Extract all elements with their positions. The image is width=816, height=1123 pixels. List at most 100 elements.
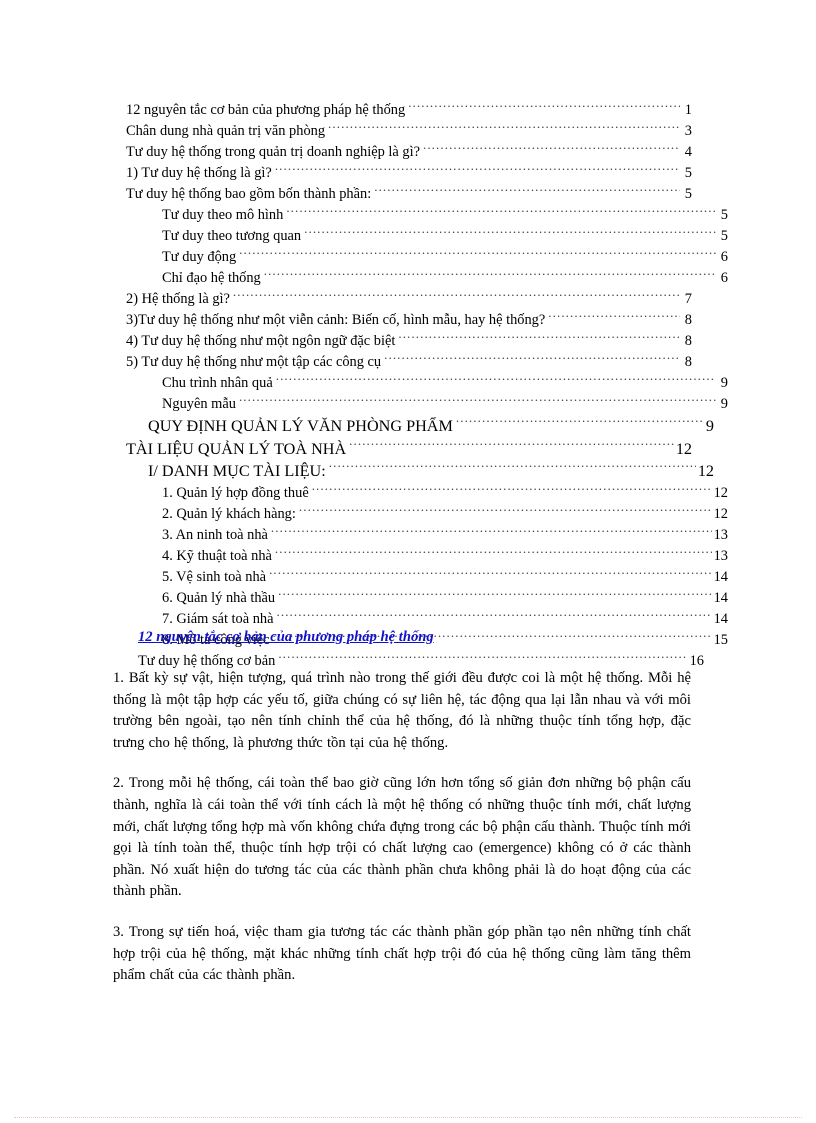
toc-entry-page-number: 6 — [720, 249, 728, 266]
toc-entry-page-number: 7 — [684, 291, 692, 308]
toc-entry-label: QUY ĐỊNH QUẢN LÝ VĂN PHÒNG PHẨM — [148, 416, 453, 435]
toc-entry-label: 3. An ninh toà nhà — [162, 527, 268, 544]
toc-leader-dots — [277, 609, 712, 623]
toc-entry-label: 4) Tư duy hệ thống như một ngôn ngữ đặc … — [126, 333, 396, 350]
toc-leader-dots — [423, 142, 680, 156]
toc-entry-page-number: 12 — [675, 439, 692, 458]
toc-entry[interactable]: 4) Tư duy hệ thống như một ngôn ngữ đặc … — [126, 331, 692, 352]
toc-entry-label: 4. Kỹ thuật toà nhà — [162, 548, 272, 565]
document-page: 12 nguyên tắc cơ bản của phương pháp hệ … — [0, 0, 816, 1123]
toc-entry-label: Chỉ đạo hệ thống — [162, 270, 261, 287]
body-text: 1. Bất kỳ sự vật, hiện tượng, quá trình … — [113, 668, 691, 1006]
toc-entry-page-number: 8 — [684, 354, 692, 371]
toc-entry-page-number: 9 — [705, 416, 714, 435]
toc-entry-label: Tư duy hệ thống bao gồm bốn thành phần: — [126, 186, 372, 203]
toc-entry-page-number: 9 — [720, 396, 728, 413]
toc-entry-page-number: 3 — [684, 123, 692, 140]
toc-entry-label: Tư duy theo mô hình — [162, 207, 284, 224]
toc-entry-label: Chân dung nhà quản trị văn phòng — [126, 123, 326, 140]
toc-entry[interactable]: I/ DANH MỤC TÀI LIỆU: 12 — [148, 460, 714, 483]
toc-entry-label: I/ DANH MỤC TÀI LIỆU: — [148, 462, 326, 481]
toc-entry[interactable]: Tư duy hệ thống trong quản trị doanh ngh… — [126, 142, 692, 163]
toc-leader-dots — [286, 205, 716, 219]
toc-entry-page-number: 14 — [713, 590, 728, 607]
toc-entry-label: Chu trình nhân quả — [162, 375, 273, 392]
toc-leader-dots — [299, 504, 712, 518]
toc-entry-page-number: 5 — [720, 207, 728, 224]
toc-leader-dots — [328, 121, 680, 135]
toc-leader-dots — [278, 651, 687, 665]
toc-entry-page-number: 5 — [720, 228, 728, 245]
toc-entry-page-number: 8 — [684, 333, 692, 350]
toc-entry[interactable]: 4. Kỹ thuật toà nhà 13 — [162, 546, 728, 567]
toc-entry[interactable]: Tư duy động 6 — [162, 247, 728, 268]
toc-entry-page-number: 4 — [684, 144, 692, 161]
toc-leader-dots — [304, 226, 716, 240]
toc-entry-page-number: 12 — [713, 506, 728, 523]
paragraph-2: 2. Trong mỗi hệ thống, cái toàn thể bao … — [113, 775, 691, 900]
toc-entry-page-number: 12 — [713, 485, 728, 502]
toc-entry-page-number: 13 — [713, 527, 728, 544]
toc-entry-label: 2) Hệ thống là gì? — [126, 291, 230, 308]
toc-entry[interactable]: Chân dung nhà quản trị văn phòng 3 — [126, 121, 692, 142]
toc-entry-label: 5. Vệ sinh toà nhà — [162, 569, 267, 586]
toc-leader-dots — [275, 546, 712, 560]
toc-leader-dots — [349, 437, 674, 453]
toc-leader-dots — [239, 394, 716, 408]
toc-entry-page-number: 5 — [684, 165, 692, 182]
toc-leader-dots — [374, 184, 680, 198]
toc-leader-dots — [278, 588, 712, 602]
toc-entry-page-number: 8 — [684, 312, 692, 329]
toc-entry-page-number: 15 — [713, 632, 728, 649]
toc-entry[interactable]: Tư duy theo mô hình 5 — [162, 205, 728, 226]
toc-entry-label: Tư duy theo tương quan — [162, 228, 302, 245]
toc-leader-dots — [548, 310, 680, 324]
toc-entry[interactable]: 2. Quản lý khách hàng: 12 — [162, 504, 728, 525]
toc-entry-label: 12 nguyên tắc cơ bản của phương pháp hệ … — [126, 102, 406, 119]
toc-entry-label: 7. Giám sát toà nhà — [162, 611, 274, 628]
toc-leader-dots — [276, 373, 716, 387]
toc-entry[interactable]: 3)Tư duy hệ thống như một viễn cảnh: Biế… — [126, 310, 692, 331]
toc-entry-page-number: 14 — [713, 569, 728, 586]
toc-entry[interactable]: Tư duy hệ thống bao gồm bốn thành phần: 5 — [126, 184, 692, 205]
toc-leader-dots — [384, 352, 680, 366]
toc-leader-dots — [456, 415, 702, 431]
toc-entry-label: TÀI LIỆU QUẢN LÝ TOÀ NHÀ — [126, 439, 347, 458]
toc-entry[interactable]: 5) Tư duy hệ thống như một tập các công … — [126, 352, 692, 373]
toc-entry[interactable]: Chu trình nhân quả 9 — [162, 373, 728, 394]
toc-leader-dots — [264, 268, 716, 282]
toc-entry-page-number: 5 — [684, 186, 692, 203]
toc-entry[interactable]: TÀI LIỆU QUẢN LÝ TOÀ NHÀ 12 — [126, 437, 692, 460]
toc-entry[interactable]: 1. Quản lý hợp đồng thuê 12 — [162, 483, 728, 504]
toc-entry[interactable]: 7. Giám sát toà nhà 14 — [162, 609, 728, 630]
toc-entry-page-number: 1 — [684, 102, 692, 119]
toc-entry-page-number: 9 — [720, 375, 728, 392]
toc-entry[interactable]: 12 nguyên tắc cơ bản của phương pháp hệ … — [126, 100, 692, 121]
toc-leader-dots — [398, 331, 680, 345]
toc-leader-dots — [312, 483, 712, 497]
toc-entry[interactable]: 1) Tư duy hệ thống là gì? 5 — [126, 163, 692, 184]
toc-entry[interactable]: Tư duy theo tương quan 5 — [162, 226, 728, 247]
toc-entry-page-number: 13 — [713, 548, 728, 565]
toc-entry[interactable]: 3. An ninh toà nhà 13 — [162, 525, 728, 546]
footer-divider — [14, 1117, 802, 1118]
toc-entry-label: 1) Tư duy hệ thống là gì? — [126, 165, 272, 182]
toc-entry[interactable]: QUY ĐỊNH QUẢN LÝ VĂN PHÒNG PHẨM 9 — [148, 415, 714, 438]
toc-entry[interactable]: Nguyên mẫu 9 — [162, 394, 728, 415]
toc-entry-page-number: 14 — [713, 611, 728, 628]
toc-leader-dots — [329, 460, 696, 476]
paragraph-3: 3. Trong sự tiến hoá, việc tham gia tươn… — [113, 923, 691, 984]
section-heading: 12 nguyên tắc cơ bản của phương pháp hệ … — [138, 629, 434, 645]
toc-entry-label: Tư duy động — [162, 249, 237, 266]
toc-leader-dots — [233, 289, 680, 303]
toc-entry[interactable]: 2) Hệ thống là gì? 7 — [126, 289, 692, 310]
toc-entry[interactable]: 5. Vệ sinh toà nhà 14 — [162, 567, 728, 588]
toc-entry-page-number: 12 — [697, 462, 714, 481]
toc-entry-label: 3)Tư duy hệ thống như một viễn cảnh: Biế… — [126, 312, 546, 329]
toc-entry-label: Nguyên mẫu — [162, 396, 236, 413]
toc-entry[interactable]: 6. Quản lý nhà thầu 14 — [162, 588, 728, 609]
toc-entry-page-number: 6 — [720, 270, 728, 287]
toc-entry[interactable]: Chỉ đạo hệ thống 6 — [162, 268, 728, 289]
toc-leader-dots — [275, 163, 680, 177]
toc-leader-dots — [239, 247, 716, 261]
